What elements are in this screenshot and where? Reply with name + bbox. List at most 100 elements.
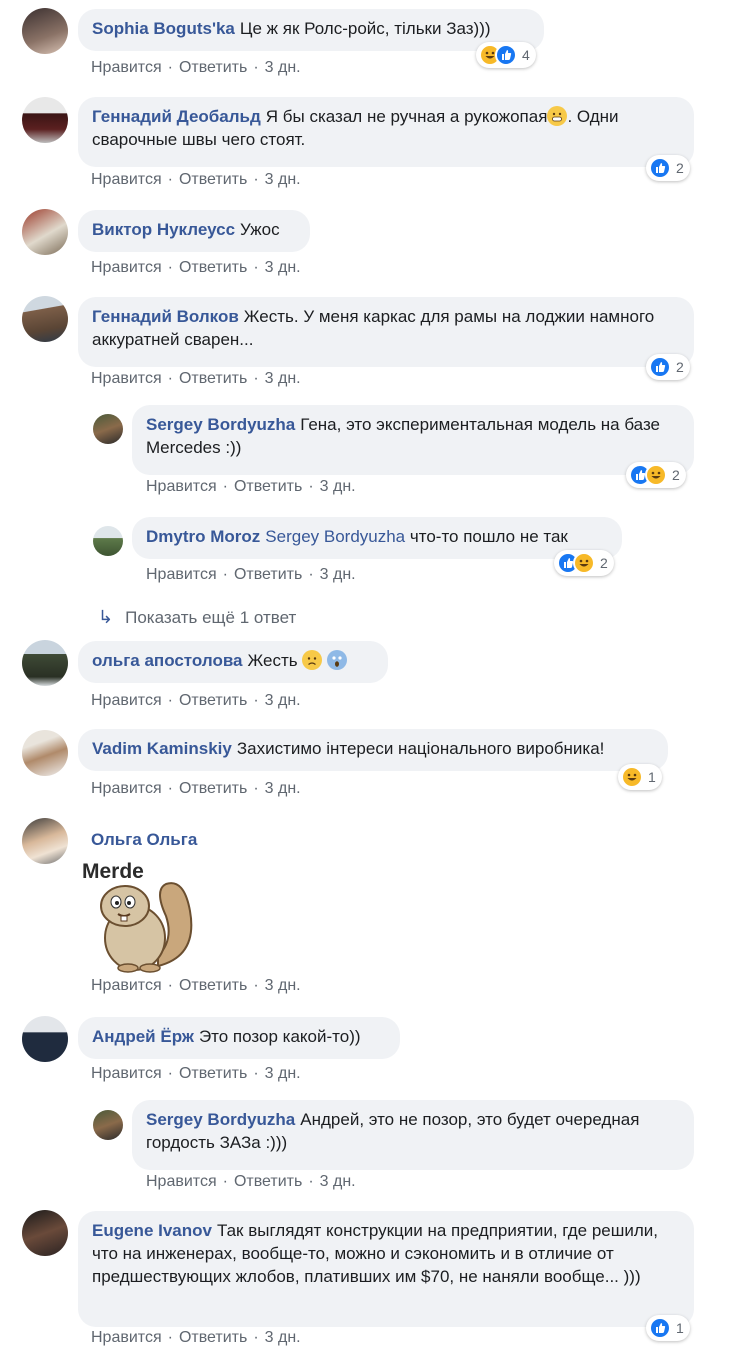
timestamp[interactable]: 3 дн. xyxy=(265,370,301,387)
reply-link[interactable]: Ответить xyxy=(179,977,247,994)
avatar[interactable] xyxy=(22,296,68,342)
reply-link[interactable]: Ответить xyxy=(179,1065,247,1082)
comment-text: Жесть xyxy=(247,651,298,670)
timestamp[interactable]: 3 дн. xyxy=(320,566,356,583)
avatar[interactable] xyxy=(93,414,123,444)
avatar[interactable] xyxy=(22,1210,68,1256)
like-link[interactable]: Нравится xyxy=(146,478,217,495)
reply-link[interactable]: Ответить xyxy=(179,259,247,276)
comment-author[interactable]: Sophia Boguts'ka xyxy=(92,19,235,38)
show-more-replies-link[interactable]: ↳ Показать ещё 1 ответ xyxy=(98,607,296,628)
timestamp[interactable]: 3 дн. xyxy=(265,59,301,76)
comment-author[interactable]: Ольга Ольга xyxy=(91,830,197,850)
reaction-count: 2 xyxy=(676,359,684,375)
reactions-summary[interactable]: 4 xyxy=(476,42,536,68)
like-link[interactable]: Нравится xyxy=(146,566,217,583)
comment-author[interactable]: Dmytro Moroz xyxy=(146,527,260,546)
timestamp[interactable]: 3 дн. xyxy=(265,171,301,188)
comment-bubble: Геннадий Деобальд Я бы сказал не ручная а… xyxy=(78,97,694,167)
comment-actions: Нравится · Ответить · 3 дн. xyxy=(91,59,301,76)
reactions-summary[interactable]: 2 xyxy=(646,354,690,380)
like-icon xyxy=(649,1317,671,1339)
reactions-summary[interactable]: 1 xyxy=(646,1315,690,1341)
avatar[interactable] xyxy=(22,730,68,776)
reply-link[interactable]: Ответить xyxy=(179,1329,247,1346)
comment-actions: Нравится · Ответить · 3 дн. xyxy=(91,370,301,387)
comment-text: Це ж як Ролс-ройс, тільки Заз))) xyxy=(239,19,491,38)
avatar[interactable] xyxy=(93,526,123,556)
like-link[interactable]: Нравится xyxy=(91,1329,162,1346)
like-link[interactable]: Нравится xyxy=(91,1065,162,1082)
like-link[interactable]: Нравится xyxy=(91,977,162,994)
comment-actions: Нравится · Ответить · 3 дн. xyxy=(91,977,301,994)
comment-author[interactable]: Vadim Kaminskiy xyxy=(92,739,232,758)
avatar[interactable] xyxy=(22,818,68,864)
like-link[interactable]: Нравится xyxy=(91,370,162,387)
comment-author[interactable]: Геннадий Волков xyxy=(92,307,239,326)
like-link[interactable]: Нравится xyxy=(91,259,162,276)
haha-icon xyxy=(645,464,667,486)
reply-arrow-icon: ↳ xyxy=(98,607,114,627)
comment-bubble: Sophia Boguts'ka Це ж як Ролс-ройс, тільк… xyxy=(78,9,544,51)
reactions-summary[interactable]: 2 xyxy=(646,155,690,181)
like-link[interactable]: Нравится xyxy=(146,1173,217,1190)
reactions-summary[interactable]: 2 xyxy=(626,462,686,488)
comment-actions: Нравится · Ответить · 3 дн. xyxy=(146,478,356,495)
timestamp[interactable]: 3 дн. xyxy=(320,1173,356,1190)
reply-link[interactable]: Ответить xyxy=(234,478,302,495)
sticker-text: Merde xyxy=(82,860,144,883)
timestamp[interactable]: 3 дн. xyxy=(265,780,301,797)
timestamp[interactable]: 3 дн. xyxy=(265,1065,301,1082)
avatar[interactable] xyxy=(22,8,68,54)
merde-squirrel-sticker[interactable]: Merde xyxy=(80,856,200,974)
avatar[interactable] xyxy=(22,209,68,255)
avatar[interactable] xyxy=(22,1016,68,1062)
like-link[interactable]: Нравится xyxy=(91,692,162,709)
comment-bubble: Виктор Нуклеусс Ужос xyxy=(78,210,310,252)
timestamp[interactable]: 3 дн. xyxy=(265,259,301,276)
comment-bubble: Sergey Bordyuzha Гена, это эксперименталь… xyxy=(132,405,694,475)
comment-bubble: Vadim Kaminskiy Захистимо інтереси націон… xyxy=(78,729,668,771)
scream-emoji-icon xyxy=(327,650,348,670)
reply-link[interactable]: Ответить xyxy=(234,566,302,583)
comment-author[interactable]: ольга апостолова xyxy=(92,651,243,670)
avatar[interactable] xyxy=(22,640,68,686)
comment-author[interactable]: Геннадий Деобальд xyxy=(92,107,261,126)
comment-author[interactable]: Sergey Bordyuzha xyxy=(146,1110,295,1129)
comment-actions: Нравится · Ответить · 3 дн. xyxy=(91,259,301,276)
comment-bubble: Eugene Ivanov Так выглядят конструкции на… xyxy=(78,1211,694,1327)
timestamp[interactable]: 3 дн. xyxy=(320,478,356,495)
reactions-summary[interactable]: 2 xyxy=(554,550,614,576)
timestamp[interactable]: 3 дн. xyxy=(265,692,301,709)
like-link[interactable]: Нравится xyxy=(91,59,162,76)
like-icon xyxy=(649,157,671,179)
mention-link[interactable]: Sergey Bordyuzha xyxy=(265,527,405,546)
comment-author[interactable]: Sergey Bordyuzha xyxy=(146,415,295,434)
like-link[interactable]: Нравится xyxy=(91,171,162,188)
reaction-count: 2 xyxy=(672,467,680,483)
comment-actions: Нравится · Ответить · 3 дн. xyxy=(91,780,301,797)
reply-link[interactable]: Ответить xyxy=(179,171,247,188)
comment-author[interactable]: Виктор Нуклеусс xyxy=(92,220,235,239)
comment-bubble: ольга апостолова Жесть xyxy=(78,641,388,683)
reply-link[interactable]: Ответить xyxy=(234,1173,302,1190)
comment-bubble: Dmytro Moroz Sergey Bordyuzha что-то пошл… xyxy=(132,517,622,559)
comment-actions: Нравится · Ответить · 3 дн. xyxy=(91,692,301,709)
reply-link[interactable]: Ответить xyxy=(179,780,247,797)
avatar[interactable] xyxy=(22,97,68,143)
timestamp[interactable]: 3 дн. xyxy=(265,1329,301,1346)
comment-actions: Нравится · Ответить · 3 дн. xyxy=(91,1065,301,1082)
like-link[interactable]: Нравится xyxy=(91,780,162,797)
reactions-summary[interactable]: 1 xyxy=(618,764,662,790)
reaction-count: 1 xyxy=(676,1320,684,1336)
reply-link[interactable]: Ответить xyxy=(179,370,247,387)
reply-link[interactable]: Ответить xyxy=(179,692,247,709)
comment-author[interactable]: Eugene Ivanov xyxy=(92,1221,212,1240)
avatar[interactable] xyxy=(93,1110,123,1140)
reaction-count: 2 xyxy=(676,160,684,176)
comment-author[interactable]: Андрей Ёрж xyxy=(92,1027,194,1046)
reply-link[interactable]: Ответить xyxy=(179,59,247,76)
reaction-count: 2 xyxy=(600,555,608,571)
like-icon xyxy=(649,356,671,378)
timestamp[interactable]: 3 дн. xyxy=(265,977,301,994)
